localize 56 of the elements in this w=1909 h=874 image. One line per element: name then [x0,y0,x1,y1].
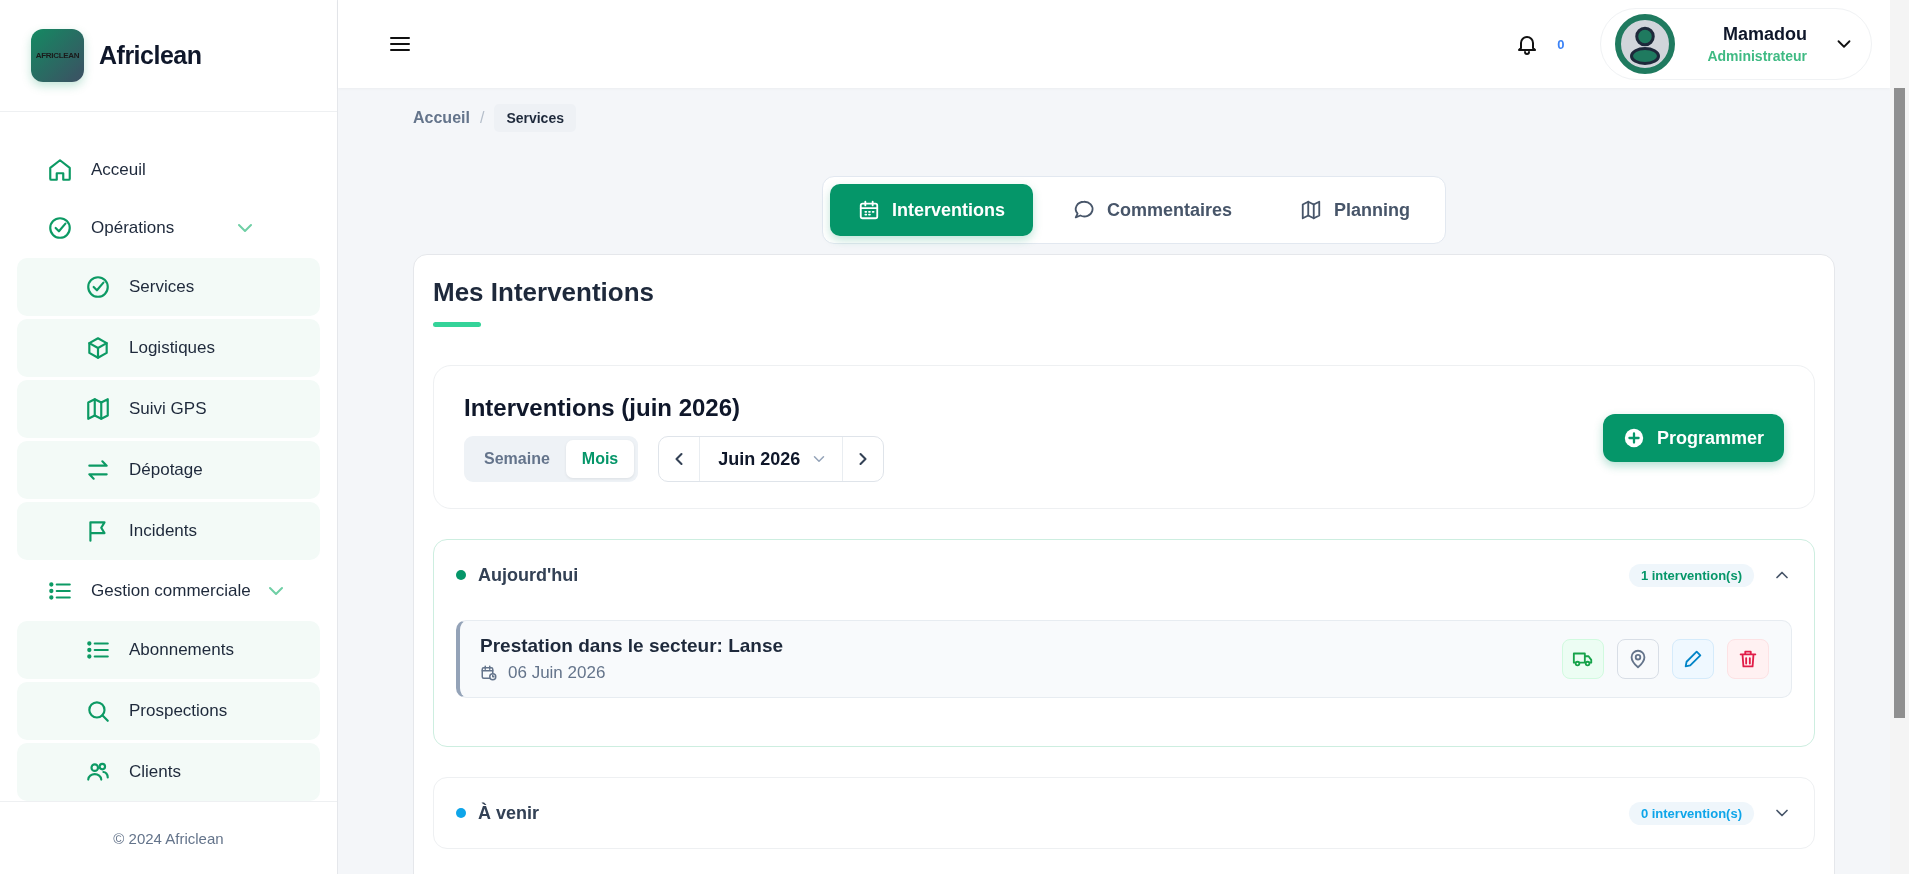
user-name: Mamadou [1723,24,1807,45]
sidebar-item[interactable]: Opérations [17,200,320,255]
plus-circle-icon [1622,427,1645,449]
user-role: Administrateur [1707,48,1807,64]
home-icon [47,156,73,183]
delete-button[interactable] [1727,639,1769,679]
pencil-icon [1682,648,1704,670]
schedule-button[interactable]: Programmer [1602,414,1784,462]
sidebar-subitem[interactable]: Incidents [17,502,320,560]
calendar-icon [857,199,880,221]
tab[interactable]: Commentaires [1045,184,1261,236]
page-title: Mes Interventions [433,277,656,308]
view-option[interactable]: Semaine [468,440,566,478]
section-title: À venir [478,802,540,824]
trash-icon [1737,648,1759,670]
breadcrumb-separator: / [479,109,485,127]
box-icon [85,335,111,361]
chat-bubble-icon [1073,199,1095,221]
swap-arrows-icon [85,457,111,483]
copyright-text: © 2024 Africlean [113,829,224,847]
breadcrumb-link[interactable]: Accueil [413,109,470,127]
check-circle-icon [47,214,73,241]
tab[interactable]: Planning [1272,184,1439,236]
scrollbar-thumb[interactable] [1894,88,1905,718]
toolbar-title: Interventions (juin 2026) [464,394,742,422]
location-button[interactable] [1617,639,1659,679]
sidebar-subitem[interactable]: Services [17,258,320,316]
count-badge: 1 intervention(s) [1628,563,1754,587]
map-icon [1300,199,1323,221]
search-icon [85,698,111,724]
sidebar-item[interactable]: Acceuil [17,142,320,197]
tab[interactable]: Interventions [829,184,1033,236]
calendar-clock-icon [480,664,498,682]
map-icon [85,396,111,422]
avatar-icon [1615,14,1676,74]
section-title: Aujourd'hui [478,564,579,586]
breadcrumb-current: Services [494,104,576,132]
sidebar-subitem[interactable]: Clients [17,743,320,801]
count-badge: 0 intervention(s) [1628,801,1754,825]
brand-name: Africlean [99,41,202,70]
check-circle-icon [85,274,111,300]
sidebar-item[interactable]: Gestion commerciale [17,563,320,618]
view-option[interactable]: Mois [565,440,635,478]
sidebar-subitem[interactable]: Dépotage [17,441,320,499]
intervention-card[interactable]: Prestation dans le secteur: Lanse 06 Juin 2026 [456,620,1792,698]
intervention-date: 06 Juin 2026 [508,663,606,683]
sidebar-subitem[interactable]: Abonnements [17,621,320,679]
edit-button[interactable] [1672,639,1714,679]
sidebar-subitem[interactable]: Logistiques [17,319,320,377]
period-dropdown[interactable]: Juin 2026 [699,437,844,481]
sidebar-subitem[interactable]: Prospections [17,682,320,740]
sidebar-subitem[interactable]: Suivi GPS [17,380,320,438]
intervention-title: Prestation dans le secteur: Lanse [480,635,785,657]
notification-count: 0 [1557,36,1565,52]
truck-button[interactable] [1562,639,1604,679]
logo-text: AFRICLEAN [35,51,80,60]
